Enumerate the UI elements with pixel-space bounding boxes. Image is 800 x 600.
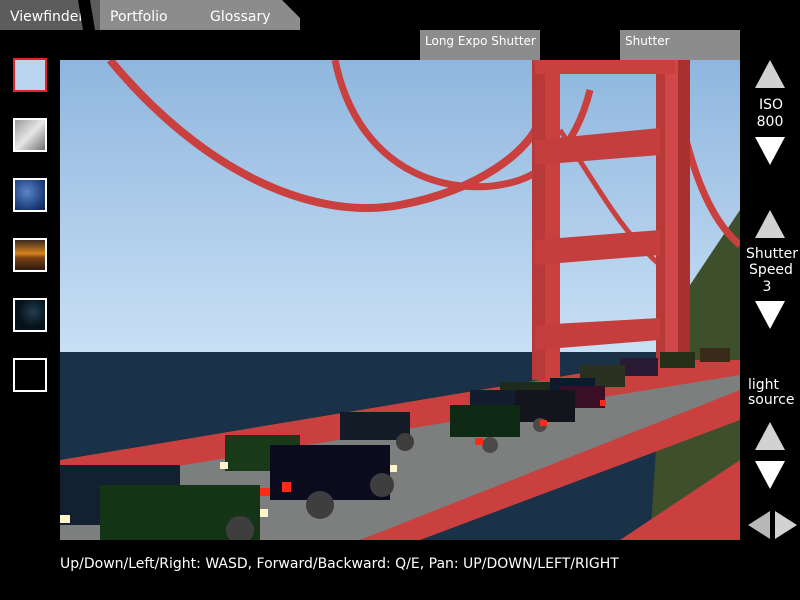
controls-hint: Up/Down/Left/Right: WASD, Forward/Backwa… — [60, 556, 619, 572]
light-source-left-arrow[interactable] — [748, 511, 770, 539]
filter-night-sky[interactable] — [13, 298, 47, 332]
filter-clear-sky[interactable] — [13, 58, 47, 92]
filter-sunset[interactable] — [13, 238, 47, 272]
shutter-speed-up-arrow[interactable] — [755, 210, 785, 238]
shutter-speed-label-line2: Speed — [749, 262, 793, 278]
shutter-button[interactable]: Shutter — [620, 30, 740, 60]
iso-value: 800 — [756, 114, 784, 130]
light-source-up-arrow[interactable] — [755, 422, 785, 450]
filter-blue-sky[interactable] — [13, 178, 47, 212]
light-source-right-arrow[interactable] — [775, 511, 797, 539]
iso-up-arrow[interactable] — [755, 60, 785, 88]
shutter-speed-down-arrow[interactable] — [755, 301, 785, 329]
tab-separators — [78, 0, 300, 30]
viewfinder-viewport[interactable] — [60, 60, 740, 540]
shutter-speed-value: 3 — [762, 279, 772, 295]
tab-bar: Viewfinder Portfolio Glossary — [0, 0, 300, 30]
iso-down-arrow[interactable] — [755, 137, 785, 165]
shutter-speed-label-line1: Shutter — [746, 246, 798, 262]
light-source-label-line1: light — [748, 377, 780, 393]
bridge-scene — [60, 60, 740, 540]
long-expo-shutter-button[interactable]: Long Expo Shutter — [420, 30, 540, 60]
light-source-down-arrow[interactable] — [755, 461, 785, 489]
filter-none[interactable] — [13, 358, 47, 392]
filter-cloudy[interactable] — [13, 118, 47, 152]
iso-label: ISO — [758, 97, 784, 113]
light-source-label-line2: source — [748, 392, 795, 408]
